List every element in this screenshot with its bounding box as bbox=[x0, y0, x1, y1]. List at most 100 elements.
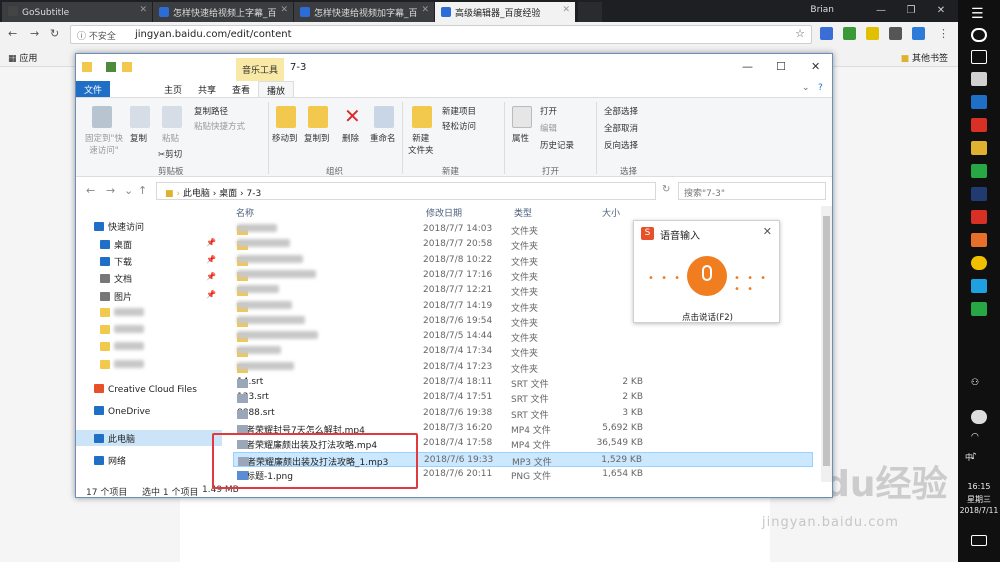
app-green2-icon[interactable] bbox=[971, 302, 987, 316]
sidebar-item[interactable] bbox=[76, 358, 222, 374]
sidebar-item[interactable] bbox=[76, 323, 222, 339]
ime-indicator[interactable]: 中 bbox=[948, 452, 990, 463]
refresh-icon[interactable]: ↻ bbox=[662, 184, 670, 195]
tab-baidu-1[interactable]: 怎样快速给视频上字幕_百 ✕ bbox=[153, 2, 293, 22]
app-red2-icon[interactable] bbox=[971, 210, 987, 224]
help-icon[interactable]: ? bbox=[810, 81, 831, 97]
file-row[interactable]: 2018/7/4 17:23 文件夹 bbox=[233, 360, 813, 375]
history-button[interactable]: 历史记录 bbox=[540, 139, 574, 151]
breadcrumb-7-3[interactable]: 7-3 bbox=[247, 189, 262, 199]
edge-icon[interactable] bbox=[971, 95, 987, 109]
reload-icon[interactable]: ↻ bbox=[50, 27, 59, 40]
pin-icon[interactable]: 📌 bbox=[206, 290, 216, 299]
extension-translate-icon[interactable] bbox=[820, 27, 833, 40]
sidebar-item[interactable]: 文档 📌 bbox=[76, 270, 222, 286]
open-button[interactable]: 打开 bbox=[540, 105, 557, 117]
apps-bookmark[interactable]: ▦ 应用 bbox=[8, 51, 37, 64]
tab-view[interactable]: 查看 bbox=[224, 81, 258, 97]
delete-button[interactable]: 删除 bbox=[342, 132, 359, 144]
sidebar-item[interactable] bbox=[76, 306, 222, 322]
tab-gosubtitle[interactable]: GoSubtitle ✕ bbox=[2, 2, 152, 22]
sidebar-item[interactable]: Creative Cloud Files bbox=[76, 382, 222, 398]
sidebar-item[interactable]: 快速访问 bbox=[76, 218, 222, 234]
file-row[interactable]: 2018/7/5 14:44 文件夹 bbox=[233, 329, 813, 344]
minimize-icon[interactable]: — bbox=[742, 60, 753, 73]
pin-icon[interactable]: 📌 bbox=[206, 272, 216, 281]
cut-button[interactable]: ✂剪切 bbox=[158, 148, 182, 160]
up-icon[interactable]: ↑ bbox=[138, 184, 147, 197]
extension-dark-icon[interactable] bbox=[889, 27, 902, 40]
copy-path-button[interactable]: 复制路径 bbox=[194, 105, 228, 117]
tab-share[interactable]: 共享 bbox=[190, 81, 224, 97]
sidebar-item[interactable]: 桌面 📌 bbox=[76, 236, 222, 252]
recent-locations-icon[interactable]: ⌄ bbox=[124, 184, 133, 197]
edit-button[interactable]: 编辑 bbox=[540, 122, 557, 134]
new-folder-button[interactable]: 新建 文件夹 bbox=[408, 132, 434, 156]
file-row[interactable]: 123.srt 2018/7/4 17:51 SRT 文件 2 KB bbox=[233, 390, 813, 405]
new-item-button[interactable]: 新建项目 bbox=[442, 105, 476, 117]
profile-name[interactable]: Brian bbox=[810, 5, 834, 15]
address-path[interactable]: ■ › 此电脑 › 桌面 › 7-3 bbox=[156, 182, 656, 200]
copy-to-button[interactable]: 复制到 bbox=[304, 132, 330, 144]
scroll-thumb[interactable] bbox=[823, 216, 830, 466]
maximize-icon[interactable]: ❐ bbox=[896, 0, 926, 22]
sidebar-item[interactable]: 网络 bbox=[76, 452, 222, 468]
music-tools-context[interactable]: 音乐工具 bbox=[236, 58, 285, 81]
tab-editor[interactable]: 高级编辑器_百度经验 ✕ bbox=[435, 2, 575, 22]
sidebar-item[interactable]: 下载 📌 bbox=[76, 253, 222, 269]
notification-icon[interactable] bbox=[971, 535, 987, 546]
sidebar-item[interactable]: 图片 📌 bbox=[76, 288, 222, 304]
easy-access-button[interactable]: 轻松访问 bbox=[442, 120, 476, 132]
security-status[interactable]: ⓘ 不安全 bbox=[77, 29, 116, 42]
task-view-icon[interactable] bbox=[971, 50, 987, 64]
pin-icon[interactable]: 📌 bbox=[206, 238, 216, 247]
microphone-button[interactable] bbox=[687, 256, 727, 296]
pin-icon[interactable]: 📌 bbox=[206, 255, 216, 264]
maximize-icon[interactable]: ☐ bbox=[776, 60, 786, 73]
back-icon[interactable]: ← bbox=[86, 184, 95, 197]
copy-button[interactable]: 复制 bbox=[130, 132, 147, 144]
invert-selection-button[interactable]: 反向选择 bbox=[604, 139, 638, 151]
file-row[interactable]: 14.srt 2018/7/4 18:11 SRT 文件 2 KB bbox=[233, 375, 813, 390]
column-date[interactable]: 修改日期 bbox=[426, 206, 462, 220]
properties-icon[interactable] bbox=[106, 62, 116, 72]
clock-time[interactable]: 16:15 bbox=[958, 482, 1000, 491]
forward-icon[interactable]: → bbox=[30, 27, 39, 40]
extension-yellow-icon[interactable] bbox=[866, 27, 879, 40]
close-tab-icon[interactable]: ✕ bbox=[421, 5, 429, 15]
close-tab-icon[interactable]: ✕ bbox=[562, 5, 570, 15]
close-tab-icon[interactable]: ✕ bbox=[139, 5, 147, 15]
paste-button[interactable]: 粘贴 bbox=[162, 132, 179, 144]
tab-baidu-2[interactable]: 怎样快速给视频加字幕_百 ✕ bbox=[294, 2, 434, 22]
app-blue-icon[interactable] bbox=[971, 279, 987, 293]
start-menu-icon[interactable]: ☰ bbox=[971, 6, 987, 22]
file-row[interactable]: 8888.srt 2018/7/6 19:38 SRT 文件 3 KB bbox=[233, 406, 813, 421]
new-tab-button[interactable] bbox=[578, 2, 602, 22]
onedrive-icon[interactable] bbox=[971, 410, 987, 424]
select-all-button[interactable]: 全部选择 bbox=[604, 105, 638, 117]
new-folder-icon[interactable] bbox=[122, 62, 132, 72]
other-bookmarks[interactable]: ■ 其他书签 bbox=[901, 51, 948, 64]
app-green-icon[interactable] bbox=[971, 164, 987, 178]
menu-icon[interactable]: ⋮ bbox=[938, 27, 949, 40]
vertical-scrollbar[interactable] bbox=[821, 206, 832, 482]
url-text[interactable]: jingyan.baidu.com/edit/content bbox=[135, 29, 292, 40]
paste-shortcut-button[interactable]: 粘贴快捷方式 bbox=[194, 120, 245, 132]
tab-home[interactable]: 主页 bbox=[156, 81, 190, 97]
app-red-icon[interactable] bbox=[971, 118, 987, 132]
sidebar-item[interactable] bbox=[76, 340, 222, 356]
cortana-icon[interactable] bbox=[971, 28, 987, 42]
app-orange-icon[interactable] bbox=[971, 233, 987, 247]
rename-button[interactable]: 重命名 bbox=[370, 132, 396, 144]
move-to-button[interactable]: 移动到 bbox=[272, 132, 298, 144]
extension-green-icon[interactable] bbox=[843, 27, 856, 40]
close-icon[interactable]: ✕ bbox=[763, 225, 772, 238]
breadcrumb-desktop[interactable]: 桌面 bbox=[219, 189, 237, 199]
properties-button[interactable]: 属性 bbox=[512, 132, 529, 144]
sidebar-item[interactable]: 此电脑 bbox=[76, 430, 222, 446]
back-icon[interactable]: ← bbox=[8, 27, 17, 40]
column-type[interactable]: 类型 bbox=[514, 206, 532, 220]
chrome-icon[interactable] bbox=[971, 256, 987, 270]
store-icon[interactable] bbox=[971, 72, 987, 86]
minimize-icon[interactable]: — bbox=[866, 0, 896, 22]
